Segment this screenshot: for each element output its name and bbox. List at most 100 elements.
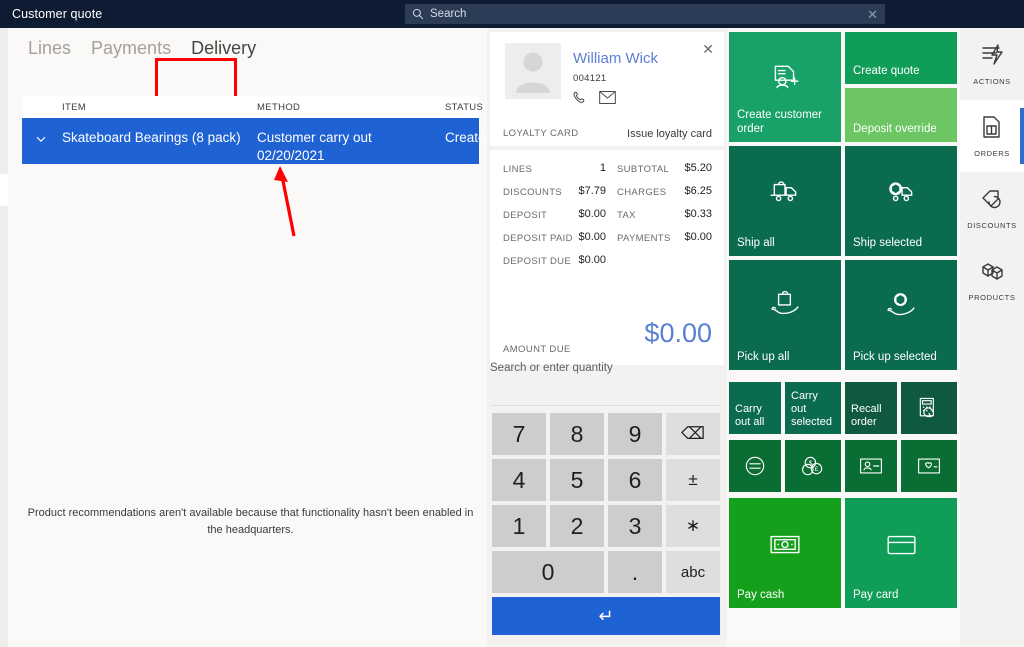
actions-icon [980, 43, 1004, 72]
page-title: Customer quote [12, 7, 103, 21]
total-label-discounts: DISCOUNTS [503, 187, 563, 198]
key-7[interactable]: 7 [492, 413, 546, 455]
tile-ship-selected[interactable]: Ship selected [845, 146, 957, 256]
annotation-arrow [274, 166, 296, 237]
tile-label: Carry out selected [791, 390, 832, 428]
customer-card-icon [845, 453, 897, 479]
total-value-deposit-due: $0.00 [578, 254, 606, 266]
tile-pay-card[interactable]: Pay card [845, 498, 957, 608]
search-clear-icon[interactable]: ✕ [867, 8, 878, 21]
tile-pick-up-selected[interactable]: Pick up selected [845, 260, 957, 370]
delivery-grid-header: ITEM METHOD STATUS [22, 96, 483, 118]
tile-deposit-override[interactable]: Deposit override [845, 88, 957, 142]
rail-item-products[interactable]: PRODUCTS [960, 244, 1024, 316]
tile-create-customer-order[interactable]: Create customer order [729, 32, 841, 142]
tile-label: Pay card [853, 589, 899, 601]
tab-delivery[interactable]: Delivery [181, 34, 266, 65]
credit-card-icon [845, 528, 957, 560]
total-value-discounts: $7.79 [578, 185, 606, 197]
table-row[interactable]: Skateboard Bearings (8 pack) Customer ca… [22, 118, 493, 164]
quantity-divider [490, 405, 720, 406]
total-value-lines: 1 [599, 162, 606, 174]
tile-label: Recall order [851, 403, 882, 428]
total-value-payments: $0.00 [684, 231, 712, 243]
keypad-row: 4 5 6 ± [492, 459, 720, 501]
pick-up-all-icon [729, 290, 841, 322]
key-4[interactable]: 4 [492, 459, 546, 501]
total-value-deposit: $0.00 [578, 208, 606, 220]
tab-payments[interactable]: Payments [81, 34, 181, 65]
key-3[interactable]: 3 [608, 505, 662, 547]
left-scrollbar-thumb[interactable] [0, 174, 8, 206]
total-value-deposit-paid: $0.00 [578, 231, 606, 243]
products-icon [980, 259, 1004, 288]
phone-icon[interactable] [572, 90, 587, 110]
key-1[interactable]: 1 [492, 505, 546, 547]
operation-tiles-panel: Create customer order Create quote Deposit… [727, 28, 960, 647]
cash-icon [729, 528, 841, 560]
rail-item-actions[interactable]: ACTIONS [960, 28, 1024, 100]
tile-recall-calculator-icon[interactable] [901, 382, 957, 434]
coins-currency-icon: $ £ [785, 453, 841, 479]
total-value-subtotal: $5.20 [684, 162, 712, 174]
key-9[interactable]: 9 [608, 413, 662, 455]
key-5[interactable]: 5 [550, 459, 604, 501]
enter-key[interactable]: ↵ [492, 597, 720, 635]
customer-card: William Wick 004121 ✕ LOYALTY CARD Issue… [490, 32, 724, 146]
tile-pick-up-all[interactable]: Pick up all [729, 260, 841, 370]
keypad-row: 0 . abc [492, 551, 720, 593]
tile-carry-out-selected[interactable]: Carry out selected [785, 382, 841, 434]
rail-item-label: PRODUCTS [968, 292, 1016, 302]
orders-icon [980, 115, 1004, 144]
issue-loyalty-card-button[interactable]: Issue loyalty card [627, 128, 712, 140]
row-item-name: Skateboard Bearings (8 pack) [62, 130, 241, 145]
backspace-key[interactable]: ⌫ [666, 413, 720, 455]
search-input[interactable]: Search ✕ [405, 4, 885, 24]
rail-item-discounts[interactable]: DISCOUNTS [960, 172, 1024, 244]
keypad-row: ↵ [492, 597, 720, 635]
envelope-icon[interactable] [599, 91, 616, 109]
tile-recall-order[interactable]: Recall order [845, 382, 897, 434]
tile-label: Pay cash [737, 589, 785, 601]
decimal-key[interactable]: . [608, 551, 662, 593]
rail-item-label: DISCOUNTS [967, 220, 1017, 230]
rail-item-label: ACTIONS [973, 76, 1011, 86]
close-customer-icon[interactable]: ✕ [702, 42, 714, 56]
total-label-lines: LINES [503, 164, 533, 175]
tile-label: Create customer order [737, 109, 823, 135]
pos-application-window: Customer quote Search ✕ Lines Payments D… [0, 0, 1024, 647]
multiply-key[interactable]: ∗ [666, 505, 720, 547]
tile-void-transaction-icon[interactable] [729, 440, 781, 492]
tile-ship-all[interactable]: Ship all [729, 146, 841, 256]
tile-label: Deposit override [853, 123, 937, 135]
transaction-tabs: Lines Payments Delivery [18, 34, 266, 65]
customer-name[interactable]: William Wick [573, 50, 658, 67]
create-customer-order-icon [729, 62, 841, 94]
customer-id: 004121 [573, 73, 607, 84]
rail-item-orders[interactable]: ORDERS [960, 100, 1024, 172]
key-8[interactable]: 8 [550, 413, 604, 455]
column-header-item: ITEM [62, 101, 87, 113]
loyalty-card-label: LOYALTY CARD [503, 128, 579, 139]
tile-customer-card-icon[interactable] [845, 440, 897, 492]
tile-pay-cash[interactable]: Pay cash [729, 498, 841, 608]
tile-loyalty-card-icon[interactable] [901, 440, 957, 492]
column-header-status: STATUS [445, 101, 484, 113]
svg-text:£: £ [815, 467, 819, 473]
quantity-input[interactable]: Search or enter quantity [490, 362, 613, 374]
tab-lines[interactable]: Lines [18, 34, 81, 65]
tile-label: Carry out all [735, 403, 765, 428]
key-0[interactable]: 0 [492, 551, 604, 593]
total-label-deposit: DEPOSIT [503, 210, 548, 221]
tile-coins-currency-icon[interactable]: $ £ [785, 440, 841, 492]
row-delivery-date: 02/20/2021 [257, 148, 325, 163]
chevron-down-icon[interactable] [34, 132, 48, 151]
tile-create-quote[interactable]: Create quote [845, 32, 957, 84]
total-value-charges: $6.25 [684, 185, 712, 197]
key-2[interactable]: 2 [550, 505, 604, 547]
left-scrollbar[interactable] [0, 28, 8, 647]
key-6[interactable]: 6 [608, 459, 662, 501]
tile-carry-out-all[interactable]: Carry out all [729, 382, 781, 434]
plus-minus-key[interactable]: ± [666, 459, 720, 501]
abc-key[interactable]: abc [666, 551, 720, 593]
